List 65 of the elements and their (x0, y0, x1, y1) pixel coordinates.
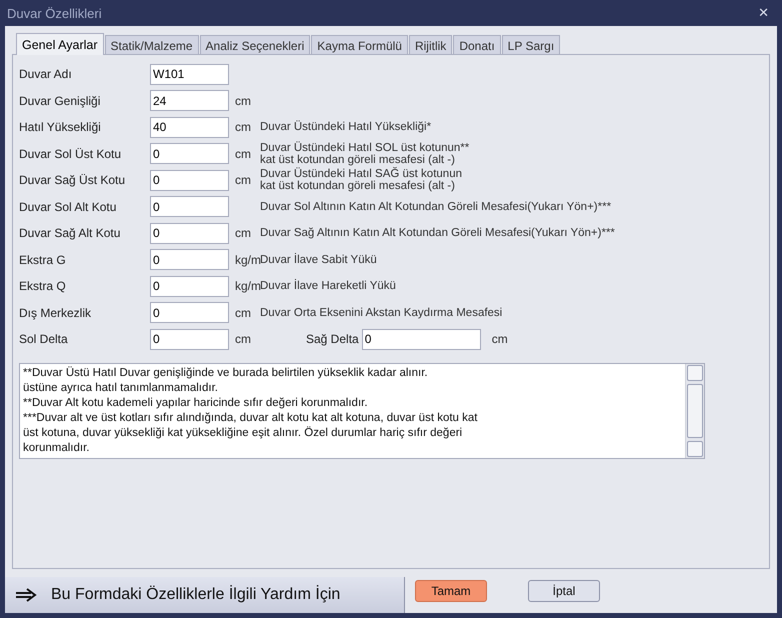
field-label: Duvar Sağ Alt Kotu (19, 226, 122, 240)
dialog-button[interactable]: Tamam (415, 580, 487, 602)
unit-label: cm (234, 120, 252, 134)
description-text: kat üst kotundan göreli mesafesi (alt -) (260, 180, 456, 192)
field-label: Duvar Genişliği (19, 94, 102, 108)
tab[interactable]: Analiz Seçenekleri (200, 35, 310, 54)
tab[interactable]: Rijitlik (408, 35, 452, 54)
input-field[interactable]: 0 (150, 328, 229, 350)
field-label: Sağ Delta (306, 332, 359, 346)
unit-label: cm (234, 146, 252, 161)
description-text: Duvar Sol Altının Katın Alt Kotundan Göreli Mesafesi(Yukarı Yön+)*** (260, 200, 612, 213)
field-label: Sol Delta (19, 332, 69, 346)
description-text: Duvar İlave Sabit Yükü (260, 254, 378, 266)
input-field[interactable]: 0 (150, 276, 229, 297)
unit-label: cm (234, 173, 252, 188)
input-field[interactable]: 0 (150, 222, 229, 244)
tab[interactable]: Donatı (453, 35, 501, 54)
scrollbar[interactable] (685, 364, 704, 458)
close-button[interactable]: ✕ (752, 6, 775, 20)
input-field[interactable]: 0 (150, 196, 229, 218)
input-field[interactable]: 0 (150, 170, 229, 191)
note-line: **Duvar Alt kotu kademeli yapılar haricinde sıfır değeri korunmalıdır. (23, 396, 369, 410)
input-field[interactable]: 24 (150, 90, 229, 112)
description-text: Duvar Üstündeki Hatıl SAĞ üst kotunun (260, 168, 463, 180)
note-line: ***Duvar alt ve üst kotları sıfır alındığında, duvar alt kotu kat alt kotuna, duvar üst kotu kat (23, 410, 478, 426)
input-field[interactable]: 0 (150, 302, 229, 324)
input-field[interactable]: 0 (362, 328, 481, 350)
notes-text-area[interactable] (19, 362, 705, 458)
input-field[interactable]: 0 (150, 143, 229, 164)
tab[interactable]: LP Sargı (502, 35, 560, 54)
unit-label: cm (234, 332, 252, 346)
window-title: Duvar Özellikleri (7, 6, 102, 20)
field-label: Hatıl Yüksekliği (19, 120, 102, 134)
tab[interactable]: Genel Ayarlar (16, 33, 104, 55)
unit-label: cm (234, 94, 252, 108)
input-field[interactable]: W101 (150, 64, 229, 85)
dialog-button[interactable]: İptal (528, 580, 600, 602)
field-label: Duvar Sol Üst Kotu (19, 146, 122, 161)
input-field[interactable]: 0 (150, 249, 229, 270)
description-text: Duvar İlave Hareketli Yükü (260, 280, 397, 292)
tab[interactable]: Statik/Malzeme (104, 35, 199, 54)
unit-label: cm (490, 332, 508, 346)
unit-label: kg/m (234, 279, 260, 294)
description-text: Duvar Sağ Altının Katın Alt Kotundan Göreli Mesafesi(Yukarı Yön+)*** (260, 227, 616, 240)
note-line: üstüne ayrıca hatıl tanımlanmamalıdır. (23, 380, 219, 396)
field-label: Ekstra Q (19, 279, 67, 294)
description-text: Duvar Üstündeki Hatıl Yüksekliği* (260, 121, 432, 134)
note-line: **Duvar Üstü Hatıl Duvar genişliğinde ve burada belirtilen yükseklik kadar alınır. (23, 366, 429, 380)
field-label: Dış Merkezlik (19, 306, 92, 320)
field-label: Ekstra G (19, 252, 67, 267)
field-label: Duvar Sağ Üst Kotu (19, 173, 126, 188)
description-text: kat üst kotundan göreli mesafesi (alt -) (260, 154, 456, 166)
note-line: üst kotuna, duvar yüksekliği kat yüksekliğine eşit alınır. Özel durumlar hariç sıfır değeri (23, 426, 464, 440)
unit-label: kg/m (234, 252, 260, 267)
unit-label: cm (234, 226, 252, 240)
unit-label: cm (234, 306, 252, 320)
note-line: korunmalıdır. (23, 440, 90, 456)
tab[interactable]: Kayma Formülü (311, 35, 408, 54)
description-text: Duvar Orta Eksenini Akstan Kaydırma Mesafesi (260, 306, 504, 319)
field-label: Duvar Adı (19, 67, 73, 82)
arrow-icon (15, 588, 37, 602)
description-text: Duvar Üstündeki Hatıl SOL üst kotunun** (260, 142, 470, 154)
input-field[interactable]: 40 (150, 116, 229, 138)
field-label: Duvar Sol Alt Kotu (19, 200, 118, 214)
help-button[interactable]: Bu Formdaki Özelliklerle İlgili Yardım İçin (5, 577, 405, 613)
